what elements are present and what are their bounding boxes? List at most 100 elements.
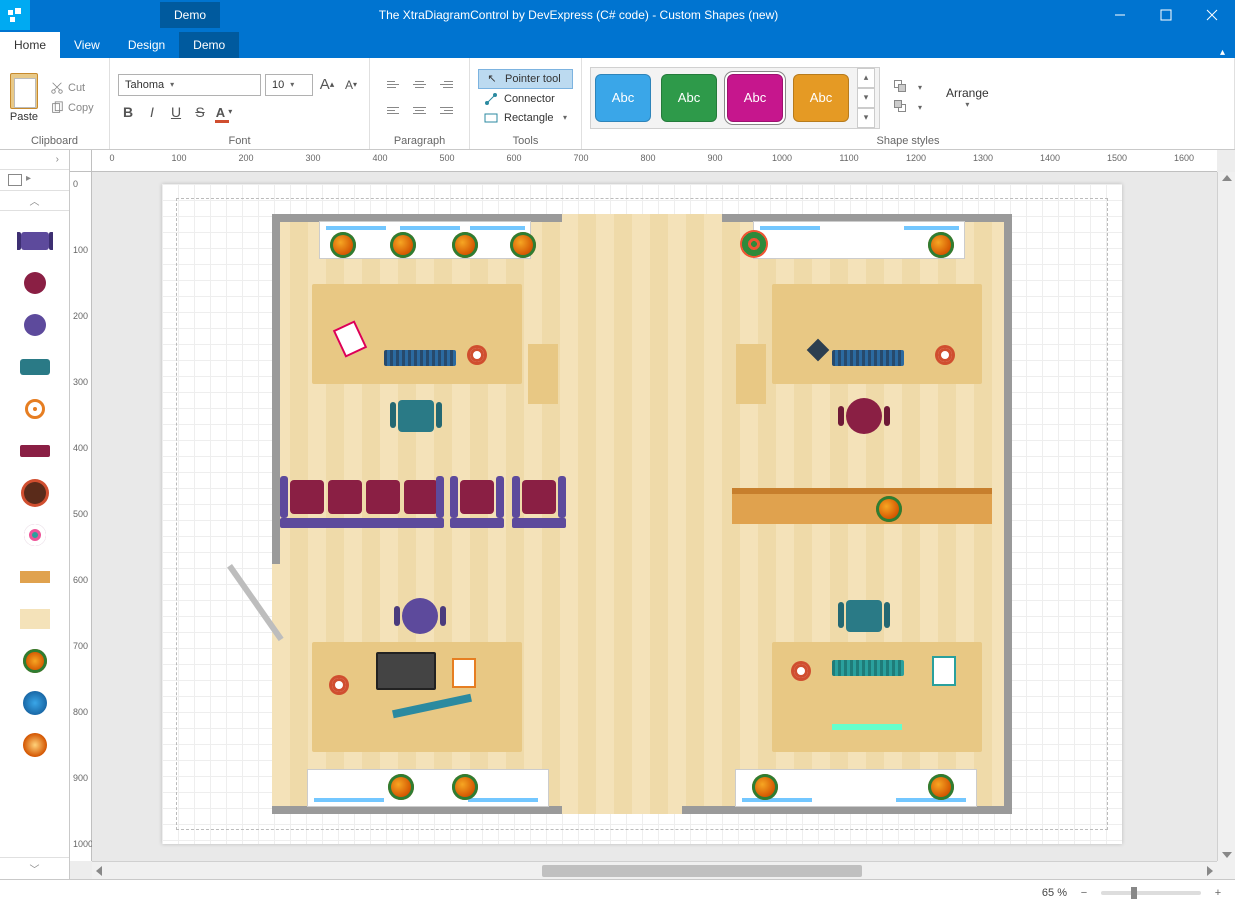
dartboard-icon[interactable] — [740, 230, 768, 258]
horizontal-scrollbar[interactable] — [92, 861, 1217, 879]
side-table[interactable] — [736, 344, 766, 404]
vertical-scrollbar[interactable] — [1217, 172, 1235, 861]
rectangle-tool[interactable]: Rectangle ▾ — [478, 109, 573, 127]
diagram-viewport[interactable] — [92, 172, 1217, 861]
bench[interactable] — [732, 494, 992, 524]
shapes-panel-expand[interactable]: › — [0, 150, 69, 170]
office-chair[interactable] — [398, 400, 434, 432]
font-family-combo[interactable]: Tahoma▾ — [118, 74, 261, 96]
tab-view[interactable]: View — [60, 32, 114, 58]
style-swatch-1[interactable]: Abc — [661, 74, 717, 122]
plant-icon[interactable] — [390, 232, 416, 258]
keyboard-icon[interactable] — [832, 350, 904, 366]
gallery-more-button[interactable]: ▾ — [857, 108, 875, 128]
gallery-up-button[interactable]: ▴ — [857, 68, 875, 88]
paste-button[interactable]: Paste — [8, 73, 40, 123]
plant-icon[interactable] — [330, 232, 356, 258]
coffee-cup-icon[interactable] — [470, 348, 484, 362]
notebook-icon[interactable] — [932, 656, 956, 686]
tab-design[interactable]: Design — [114, 32, 179, 58]
shrink-font-button[interactable]: A▾ — [341, 75, 361, 95]
arrange-button[interactable]: Arrange ▾ — [936, 80, 999, 115]
armchair-icon[interactable] — [516, 480, 560, 520]
keyboard-icon[interactable] — [384, 350, 456, 366]
notebook-icon[interactable] — [452, 658, 476, 688]
stencil-desk-cream[interactable] — [17, 605, 53, 633]
align-top-right-button[interactable] — [435, 74, 457, 96]
stencil-chair-purple-round[interactable] — [17, 311, 53, 339]
diagram-page[interactable] — [162, 184, 1122, 844]
pointer-tool[interactable]: ↖ Pointer tool — [478, 69, 573, 89]
strikethrough-button[interactable]: S — [190, 102, 210, 122]
underline-button[interactable]: U — [166, 102, 186, 122]
stencil-sofa-maroon[interactable] — [17, 437, 53, 465]
plant-icon[interactable] — [928, 774, 954, 800]
cut-button[interactable]: Cut — [46, 79, 98, 97]
tab-home[interactable]: Home — [0, 32, 60, 58]
plant-icon[interactable] — [876, 496, 902, 522]
counter-bottom-left[interactable] — [308, 770, 548, 806]
coffee-cup-icon[interactable] — [938, 348, 952, 362]
plant-icon[interactable] — [928, 232, 954, 258]
align-top-left-button[interactable] — [383, 74, 405, 96]
plant-icon[interactable] — [752, 774, 778, 800]
ribbon-collapse-icon[interactable]: ▴ — [1210, 47, 1235, 58]
align-right-button[interactable] — [435, 100, 457, 122]
office-chair-round[interactable] — [402, 598, 438, 634]
copy-button[interactable]: Copy — [46, 99, 98, 117]
plant-icon[interactable] — [510, 232, 536, 258]
minimize-button[interactable] — [1097, 0, 1143, 30]
zoom-in-button[interactable]: + — [1211, 887, 1225, 899]
stencil-salad-plate[interactable] — [17, 647, 53, 675]
stencil-chair-red-round[interactable] — [17, 269, 53, 297]
zoom-out-button[interactable]: − — [1077, 887, 1091, 899]
style-swatch-0[interactable]: Abc — [595, 74, 651, 122]
align-top-center-button[interactable] — [409, 74, 431, 96]
computer-icon[interactable] — [376, 652, 436, 690]
align-center-button[interactable] — [409, 100, 431, 122]
coffee-cup-icon[interactable] — [794, 664, 808, 678]
shape-style-gallery[interactable]: AbcAbcAbcAbc ▴ ▾ ▾ — [590, 67, 880, 129]
office-chair-round[interactable] — [846, 398, 882, 434]
font-color-button[interactable]: A ▾ — [214, 102, 234, 122]
close-button[interactable] — [1189, 0, 1235, 30]
connector-tool[interactable]: Connector — [478, 90, 573, 108]
gallery-down-button[interactable]: ▾ — [857, 88, 875, 108]
stencil-record-teal[interactable] — [17, 521, 53, 549]
stencil-coffee-cup[interactable] — [17, 479, 53, 507]
shapes-panel-collapse-up[interactable]: ︿ — [0, 191, 69, 211]
side-table[interactable] — [528, 344, 558, 404]
office-chair[interactable] — [846, 600, 882, 632]
bold-button[interactable]: B — [118, 102, 138, 122]
send-back-button[interactable]: ▾ — [894, 100, 922, 116]
style-swatch-3[interactable]: Abc — [793, 74, 849, 122]
desk-top-right[interactable] — [772, 284, 982, 384]
stencil-armchair-purple[interactable] — [17, 227, 53, 255]
send-back-icon — [894, 100, 914, 116]
align-left-button[interactable] — [383, 100, 405, 122]
italic-button[interactable]: I — [142, 102, 162, 122]
stencil-autumn-plate[interactable] — [17, 731, 53, 759]
sofa-long[interactable] — [284, 480, 434, 520]
coffee-cup-icon[interactable] — [332, 678, 346, 692]
shapes-panel-menu[interactable] — [0, 170, 69, 191]
zoom-slider[interactable] — [1101, 891, 1201, 895]
bring-front-button[interactable]: ▾ — [894, 80, 922, 96]
plant-icon[interactable] — [452, 232, 478, 258]
group-label-paragraph: Paragraph — [378, 133, 461, 147]
style-swatch-2[interactable]: Abc — [727, 74, 783, 122]
grow-font-button[interactable]: A▴ — [317, 75, 337, 95]
tab-demo[interactable]: Demo — [179, 32, 239, 58]
armchair-icon[interactable] — [454, 480, 498, 520]
maximize-button[interactable] — [1143, 0, 1189, 30]
plant-icon[interactable] — [452, 774, 478, 800]
shapes-panel-more[interactable]: ﹀ — [0, 857, 69, 879]
stencil-sofa-teal[interactable] — [17, 353, 53, 381]
stencil-target-orange[interactable] — [17, 395, 53, 423]
scrollbar-thumb[interactable] — [542, 865, 862, 877]
plant-icon[interactable] — [388, 774, 414, 800]
stencil-desk-orange[interactable] — [17, 563, 53, 591]
font-size-combo[interactable]: 10▾ — [265, 74, 313, 96]
stencil-globe[interactable] — [17, 689, 53, 717]
keyboard-icon[interactable] — [832, 660, 904, 676]
